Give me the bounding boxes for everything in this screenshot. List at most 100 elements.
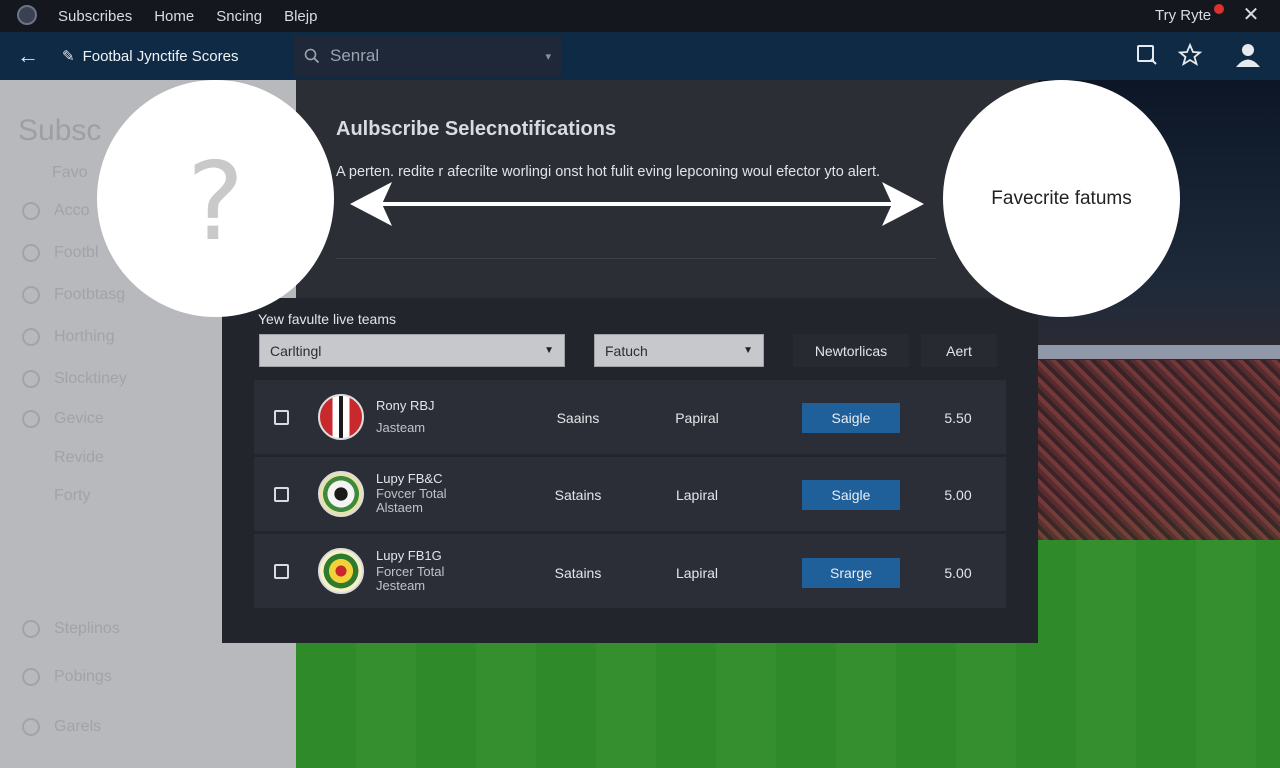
team-sub: Fovcer Total: [376, 486, 447, 501]
sidebar-icon: [22, 410, 40, 428]
alert-button[interactable]: Aert: [921, 334, 997, 367]
subscribe-button[interactable]: Srarge: [802, 558, 900, 588]
chevron-down-icon: ▼: [544, 345, 554, 356]
topnav-help[interactable]: Blejp: [284, 8, 317, 25]
stadium-stand: [1038, 345, 1280, 359]
sidebar-item-label: Revide: [54, 449, 104, 466]
sidebar-item: Horthing: [22, 328, 114, 346]
row-checkbox[interactable]: [274, 487, 289, 502]
sidebar-item-label: Gevice: [54, 410, 104, 427]
networks-button[interactable]: Newtorlicas: [793, 334, 909, 367]
team-sub: Jesteam: [376, 578, 426, 593]
sidebar-item: Forty: [22, 487, 90, 505]
team-league: Lapiral: [675, 565, 719, 581]
team-status: Saains: [556, 410, 600, 426]
search-input[interactable]: Senral ▾: [294, 35, 561, 77]
team-score: 5.00: [944, 487, 972, 503]
sidebar-item: Favo: [22, 164, 88, 182]
sidebar-icon: [22, 244, 40, 262]
team-crest-icon: [318, 471, 364, 517]
sidebar-item: Acco: [22, 202, 90, 220]
team-status: Satains: [554, 487, 602, 503]
team-sub: Jasteam: [376, 420, 426, 435]
stadium-crowd: [1038, 360, 1280, 540]
row-checkbox[interactable]: [274, 410, 289, 425]
sidebar-item-label: Forty: [54, 487, 91, 504]
user-name[interactable]: Try Ryte: [1155, 7, 1211, 24]
back-arrow-icon[interactable]: ←: [14, 44, 42, 68]
sidebar-icon: [22, 718, 40, 736]
dialog-title: Aulbscribe Selecnotifications: [336, 118, 617, 140]
team-crest-icon: [318, 394, 364, 440]
sidebar-item-label: Slocktiney: [54, 370, 127, 387]
league-select-value: Carltingl: [270, 342, 322, 359]
team-name: Lupy FB1G: [376, 548, 442, 563]
favorite-teams-label: Favecrite fatums: [991, 188, 1132, 209]
league-select[interactable]: Carltingl ▼: [259, 334, 565, 367]
sidebar-item-label: Steplinos: [54, 620, 120, 637]
sidebar-item-label: Footbtasg: [54, 286, 126, 303]
sidebar-icon: [22, 668, 40, 686]
sidebar-item: Slocktiney: [22, 370, 127, 388]
pencil-icon: ✎: [62, 48, 75, 65]
top-bar: Subscribes Home Sncing Blejp Try Ryte ✕: [0, 0, 1280, 32]
sidebar-icon: [22, 620, 40, 638]
table-row[interactable]: Lupy FB&C Fovcer Total Alstaem Satains L…: [254, 457, 1006, 531]
table-row[interactable]: Lupy FB1G Forcer Total Jesteam Satains L…: [254, 534, 1006, 608]
sidebar-item-label: Pobings: [54, 668, 112, 685]
team-league: Lapiral: [675, 487, 719, 503]
question-mark-icon: ?: [186, 140, 245, 265]
match-select[interactable]: Fatuch ▼: [594, 334, 764, 367]
sidebar-item-label: Garels: [54, 718, 102, 735]
sidebar-item-label: Horthing: [54, 328, 115, 345]
search-icon: [304, 48, 320, 64]
divider: [336, 258, 936, 259]
app-logo-icon[interactable]: [17, 5, 37, 25]
topnav-syncing[interactable]: Sncing: [216, 8, 262, 25]
sidebar-title: Subsc: [18, 114, 102, 147]
sidebar-item: Garels: [22, 718, 101, 736]
page-title: Footbal Jynctife Scores: [82, 47, 239, 65]
search-icon[interactable]: [1134, 42, 1160, 68]
top-nav: Subscribes Home Sncing Blejp: [58, 0, 339, 32]
team-status: Satains: [554, 565, 602, 581]
sidebar-item: Footbtasg: [22, 286, 125, 304]
sidebar-item-label: Footbl: [54, 244, 99, 261]
team-name: Lupy FB&C: [376, 471, 443, 486]
chevron-down-icon: ▼: [743, 345, 753, 356]
table-row[interactable]: Rony RBJ Jasteam Saains Papiral Saigle 5…: [254, 380, 1006, 454]
chevron-down-icon[interactable]: ▾: [545, 50, 551, 63]
team-score: 5.00: [944, 565, 972, 581]
topnav-home[interactable]: Home: [154, 8, 194, 25]
sidebar-item: Steplinos: [22, 620, 120, 638]
team-sub: Alstaem: [376, 500, 423, 515]
topnav-subscribes[interactable]: Subscribes: [58, 8, 132, 25]
team-sub: Forcer Total: [376, 564, 445, 579]
team-crest-icon: [318, 548, 364, 594]
sidebar-item-label: Acco: [54, 202, 90, 219]
user-icon[interactable]: [1232, 42, 1262, 68]
sidebar-item: Revide: [22, 449, 104, 467]
notification-badge: [1214, 4, 1224, 14]
match-select-value: Fatuch: [605, 342, 648, 359]
search-placeholder: Senral: [330, 46, 380, 65]
sidebar-item: Gevice: [22, 410, 104, 428]
sidebar-item-label: Favo: [52, 164, 88, 181]
sidebar-item: Pobings: [22, 668, 112, 686]
team-league: Papiral: [675, 410, 719, 426]
subscribe-button[interactable]: Saigle: [802, 403, 900, 433]
double-arrow-icon: [350, 182, 924, 226]
section-label: Yew favulte live teams: [258, 311, 396, 327]
header-bar: ← ✎ Footbal Jynctife Scores Senral ▾: [0, 32, 1280, 80]
subscribe-button[interactable]: Saigle: [802, 480, 900, 510]
team-score: 5.50: [944, 410, 972, 426]
close-icon[interactable]: ✕: [1240, 3, 1262, 27]
row-checkbox[interactable]: [274, 564, 289, 579]
sidebar-icon: [22, 370, 40, 388]
page-title-group: ✎ Footbal Jynctife Scores: [62, 32, 238, 80]
sidebar-item: Footbl: [22, 244, 98, 262]
star-icon[interactable]: [1177, 42, 1203, 68]
sidebar-icon: [22, 328, 40, 346]
sidebar-icon: [22, 286, 40, 304]
team-name: Rony RBJ: [376, 398, 435, 413]
